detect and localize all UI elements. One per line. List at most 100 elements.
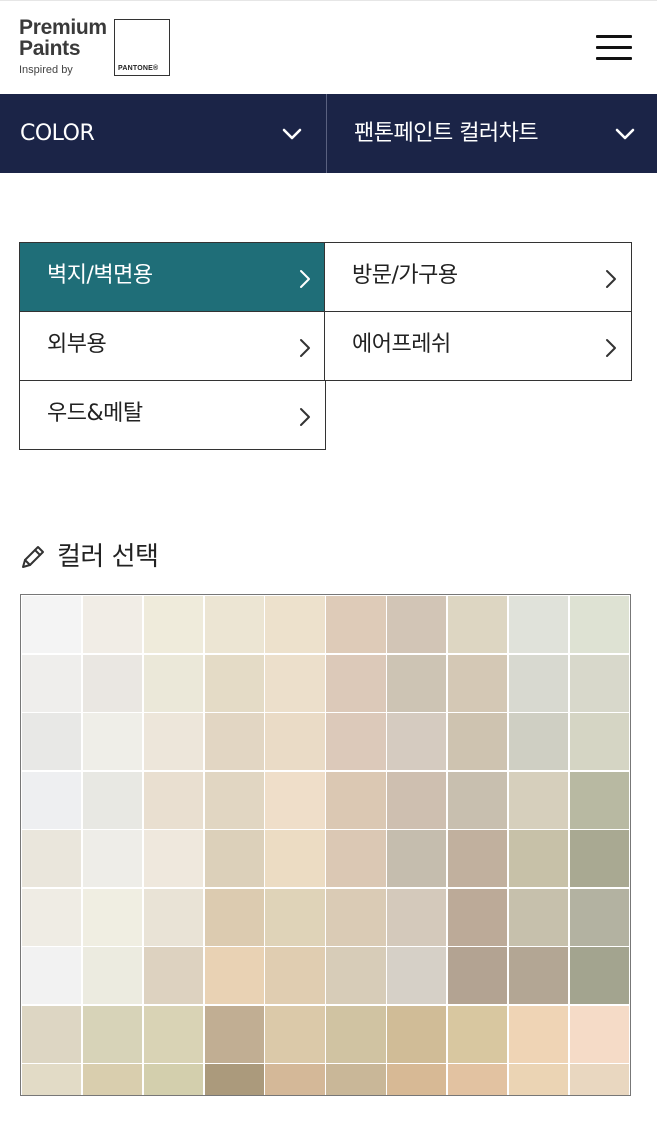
color-swatch[interactable] (204, 654, 264, 712)
color-swatch[interactable] (387, 771, 447, 829)
color-swatch[interactable] (82, 596, 143, 653)
color-swatch[interactable] (82, 888, 143, 946)
color-swatch[interactable] (143, 888, 204, 946)
color-swatch[interactable] (204, 1005, 264, 1063)
color-swatch[interactable] (569, 1005, 629, 1063)
color-swatch[interactable] (569, 771, 629, 829)
category-exterior[interactable]: 외부용 (19, 311, 326, 381)
color-swatch[interactable] (143, 596, 204, 653)
color-swatch[interactable] (447, 1064, 508, 1095)
hamburger-menu-icon[interactable] (596, 35, 632, 61)
color-dropdown[interactable]: COLOR (0, 94, 326, 173)
color-swatch[interactable] (204, 771, 264, 829)
color-swatch[interactable] (447, 596, 508, 653)
color-swatch[interactable] (204, 888, 264, 946)
color-swatch[interactable] (569, 888, 629, 946)
color-swatch[interactable] (447, 771, 508, 829)
color-swatch[interactable] (569, 596, 629, 653)
color-swatch[interactable] (447, 713, 508, 770)
color-swatch[interactable] (326, 771, 386, 829)
color-swatch[interactable] (265, 713, 325, 770)
color-swatch[interactable] (508, 830, 569, 887)
color-swatch[interactable] (265, 771, 325, 829)
color-swatch[interactable] (569, 947, 629, 1004)
category-wall[interactable]: 벽지/벽면용 (19, 242, 326, 312)
color-swatch[interactable] (204, 830, 264, 887)
color-swatch[interactable] (447, 830, 508, 887)
color-swatch[interactable] (569, 713, 629, 770)
color-swatch[interactable] (204, 596, 264, 653)
color-swatch[interactable] (326, 713, 386, 770)
color-swatch[interactable] (82, 771, 143, 829)
color-swatch[interactable] (143, 1064, 204, 1095)
color-swatch[interactable] (143, 654, 204, 712)
color-swatch[interactable] (508, 596, 569, 653)
color-swatch[interactable] (447, 947, 508, 1004)
color-swatch[interactable] (204, 947, 264, 1004)
color-swatch[interactable] (143, 830, 204, 887)
color-swatch[interactable] (326, 654, 386, 712)
color-swatch[interactable] (508, 713, 569, 770)
color-swatch[interactable] (265, 596, 325, 653)
color-swatch[interactable] (326, 830, 386, 887)
color-swatch[interactable] (387, 888, 447, 946)
color-swatch[interactable] (508, 947, 569, 1004)
color-swatch[interactable] (143, 947, 204, 1004)
color-swatch[interactable] (387, 1064, 447, 1095)
color-swatch[interactable] (387, 1005, 447, 1063)
color-swatch[interactable] (82, 1064, 143, 1095)
color-swatch[interactable] (508, 1005, 569, 1063)
color-swatch[interactable] (326, 888, 386, 946)
color-swatch[interactable] (204, 1064, 264, 1095)
color-swatch[interactable] (265, 654, 325, 712)
color-swatch[interactable] (204, 713, 264, 770)
color-swatch[interactable] (82, 947, 143, 1004)
premium-paints-logo[interactable]: Premium Paints Inspired by PANTONE® (19, 16, 179, 80)
color-swatch[interactable] (22, 888, 82, 946)
color-swatch[interactable] (326, 596, 386, 653)
color-swatch[interactable] (326, 947, 386, 1004)
chevron-right-icon (300, 270, 310, 288)
color-swatch[interactable] (569, 830, 629, 887)
color-swatch[interactable] (508, 771, 569, 829)
color-swatch[interactable] (265, 888, 325, 946)
color-swatch[interactable] (326, 1005, 386, 1063)
color-swatch[interactable] (22, 830, 82, 887)
color-swatch[interactable] (387, 713, 447, 770)
category-airfresh[interactable]: 에어프레쉬 (324, 311, 632, 381)
color-swatch[interactable] (82, 654, 143, 712)
color-swatch[interactable] (82, 830, 143, 887)
color-swatch[interactable] (508, 1064, 569, 1095)
color-swatch[interactable] (387, 596, 447, 653)
category-wood-metal[interactable]: 우드&메탈 (19, 380, 326, 450)
color-swatch[interactable] (143, 771, 204, 829)
color-swatch[interactable] (22, 771, 82, 829)
color-swatch[interactable] (143, 713, 204, 770)
color-swatch[interactable] (265, 1005, 325, 1063)
color-swatch[interactable] (447, 1005, 508, 1063)
category-door-furniture[interactable]: 방문/가구용 (324, 242, 632, 312)
color-swatch[interactable] (387, 830, 447, 887)
color-swatch[interactable] (22, 1005, 82, 1063)
color-swatch[interactable] (569, 654, 629, 712)
color-swatch[interactable] (22, 654, 82, 712)
color-swatch[interactable] (82, 1005, 143, 1063)
color-swatch[interactable] (569, 1064, 629, 1095)
color-swatch[interactable] (508, 654, 569, 712)
color-swatch[interactable] (508, 888, 569, 946)
color-swatch[interactable] (22, 947, 82, 1004)
color-swatch[interactable] (447, 654, 508, 712)
color-swatch[interactable] (143, 1005, 204, 1063)
color-swatch[interactable] (447, 888, 508, 946)
color-chart-dropdown[interactable]: 팬톤페인트 컬러차트 (327, 94, 657, 173)
color-swatch[interactable] (265, 1064, 325, 1095)
color-swatch[interactable] (22, 1064, 82, 1095)
color-swatch[interactable] (326, 1064, 386, 1095)
color-swatch[interactable] (22, 596, 82, 653)
color-swatch[interactable] (387, 654, 447, 712)
color-swatch[interactable] (22, 713, 82, 770)
color-swatch[interactable] (82, 713, 143, 770)
color-swatch[interactable] (387, 947, 447, 1004)
color-swatch[interactable] (265, 947, 325, 1004)
color-swatch[interactable] (265, 830, 325, 887)
